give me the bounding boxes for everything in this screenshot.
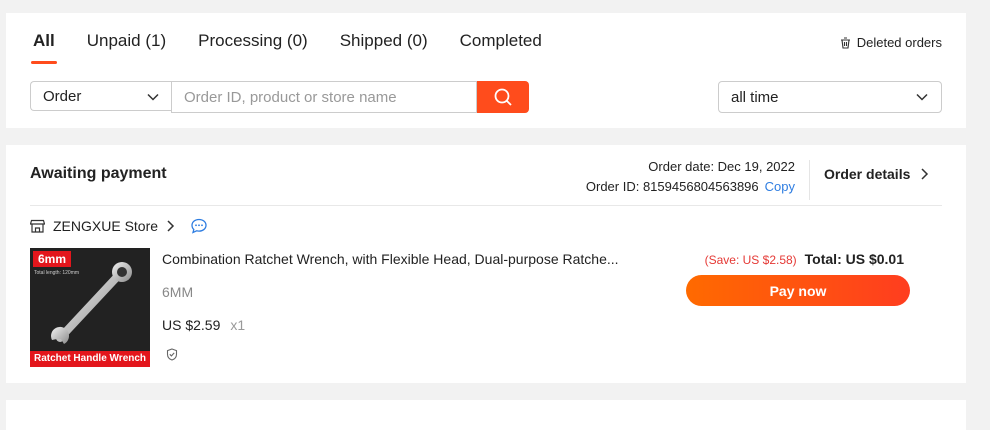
deleted-orders-label: Deleted orders xyxy=(856,35,942,50)
product-price: US $2.59 xyxy=(162,317,221,333)
product-price-row: US $2.59 x1 xyxy=(162,317,245,333)
order-totals: (Save: US $2.58) Total: US $0.01 xyxy=(705,251,904,267)
chat-icon[interactable] xyxy=(190,218,208,234)
deleted-orders-link[interactable]: Deleted orders xyxy=(840,35,942,50)
order-type-value: Order xyxy=(43,87,82,105)
image-banner: Ratchet Handle Wrench xyxy=(30,351,150,367)
store-name: ZENGXUE Store xyxy=(53,218,159,234)
order-type-select[interactable]: Order xyxy=(30,81,172,111)
search-input[interactable] xyxy=(171,81,477,113)
tab-unpaid[interactable]: Unpaid (1) xyxy=(87,31,166,51)
tab-completed[interactable]: Completed xyxy=(460,31,542,51)
store-link[interactable]: ZENGXUE Store xyxy=(30,218,208,234)
next-order-card xyxy=(6,400,966,430)
order-status: Awaiting payment xyxy=(30,165,167,182)
order-tabs: All Unpaid (1) Processing (0) Shipped (0… xyxy=(31,31,574,64)
order-details-link[interactable]: Order details xyxy=(824,166,930,182)
chevron-right-icon xyxy=(167,220,175,232)
wrench-illustration xyxy=(51,262,132,344)
divider xyxy=(809,160,810,200)
search-button[interactable] xyxy=(477,81,529,113)
chevron-right-icon xyxy=(921,168,929,180)
tab-processing[interactable]: Processing (0) xyxy=(198,31,308,51)
order-id: Order ID: 8159456804563896 xyxy=(585,179,759,194)
pay-now-button[interactable]: Pay now xyxy=(686,275,910,306)
order-id-row: Order ID: 8159456804563896 Copy xyxy=(586,177,795,197)
store-icon xyxy=(30,219,45,233)
product-image[interactable]: 6mm Total length: 120mm Ratchet Handle W… xyxy=(30,248,150,367)
order-date: Order date: Dec 19, 2022 xyxy=(648,159,795,174)
order-card: Awaiting payment Order date: Dec 19, 202… xyxy=(6,145,966,383)
order-meta: Order date: Dec 19, 2022 Order ID: 81594… xyxy=(586,157,795,197)
time-range-value: all time xyxy=(731,88,779,106)
tab-all[interactable]: All xyxy=(31,31,57,64)
product-title[interactable]: Combination Ratchet Wrench, with Flexibl… xyxy=(162,251,642,267)
time-range-select[interactable]: all time xyxy=(718,81,942,113)
order-details-label: Order details xyxy=(824,166,911,182)
search-icon xyxy=(494,88,512,106)
order-total: Total: US $0.01 xyxy=(804,251,904,267)
tab-shipped[interactable]: Shipped (0) xyxy=(340,31,428,51)
orders-filter-card: All Unpaid (1) Processing (0) Shipped (0… xyxy=(6,13,966,128)
buyer-protection-icon xyxy=(166,348,178,361)
chevron-down-icon xyxy=(916,93,928,101)
savings-amount: (Save: US $2.58) xyxy=(704,253,797,267)
chevron-down-icon xyxy=(147,93,159,101)
copy-order-id-button[interactable]: Copy xyxy=(765,179,795,194)
divider xyxy=(30,205,942,206)
trash-icon xyxy=(840,36,850,49)
product-variant: 6MM xyxy=(162,284,194,300)
product-quantity: x1 xyxy=(230,317,246,333)
